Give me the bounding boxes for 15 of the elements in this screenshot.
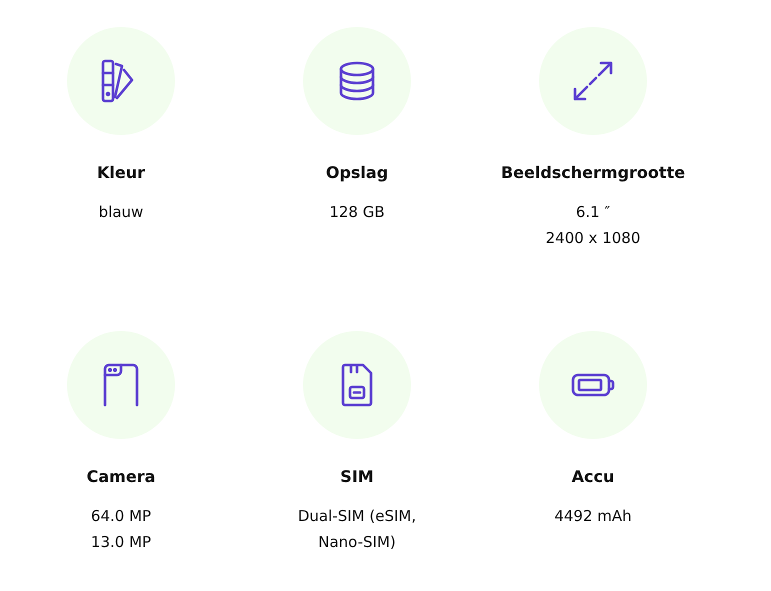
spec-value: 6.1 ″ bbox=[576, 202, 610, 223]
spec-value: Nano-SIM) bbox=[318, 532, 396, 553]
spec-value: 4492 mAh bbox=[554, 506, 632, 527]
spec-value: Dual-SIM (eSIM, bbox=[298, 506, 416, 527]
spec-value: 128 GB bbox=[329, 202, 385, 223]
spec-value: 13.0 MP bbox=[90, 532, 152, 553]
spec-title: Accu bbox=[572, 467, 614, 487]
spec-value: blauw bbox=[98, 202, 144, 223]
spec-title: Beeldschermgrootte bbox=[500, 163, 686, 183]
spec-title: Kleur bbox=[96, 163, 145, 183]
spec-title: Opslag bbox=[326, 163, 388, 183]
spec-value: 2400 x 1080 bbox=[546, 228, 640, 249]
spec-title: Camera bbox=[86, 467, 156, 487]
spec-value: 64.0 MP bbox=[90, 506, 152, 527]
spec-title: SIM bbox=[340, 467, 374, 487]
